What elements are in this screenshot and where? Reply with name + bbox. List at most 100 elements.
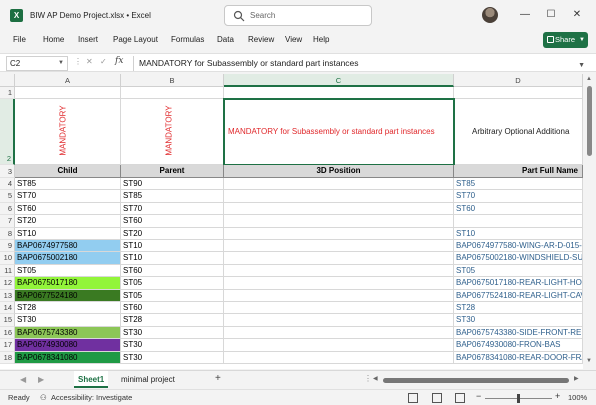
cell-c4[interactable] (224, 178, 454, 191)
zoom-in-button[interactable]: + (555, 391, 560, 401)
h-scroll-thumb[interactable] (383, 378, 569, 383)
page-break-view-icon[interactable] (455, 393, 465, 403)
horizontal-scrollbar[interactable]: ◀ ▶ (371, 375, 583, 385)
cell-d18[interactable]: BAP0678341080-REAR-DOOR-FRAM (454, 351, 583, 364)
cell-c5[interactable] (224, 190, 454, 203)
cell-d11[interactable]: ST05 (454, 264, 583, 278)
cell-c11[interactable] (224, 264, 454, 278)
cell-d12[interactable]: BAP0675017180-REAR-LIGHT-HOU (454, 277, 583, 290)
scroll-down-icon[interactable]: ▼ (586, 358, 592, 364)
more-options-icon[interactable]: ⋮ (74, 57, 82, 66)
row-header[interactable]: 2 (0, 99, 15, 165)
header-part-full-name[interactable]: Part Full Name (454, 165, 583, 178)
cell-c13[interactable] (224, 289, 454, 302)
cell-b9[interactable]: ST10 (121, 240, 224, 253)
next-sheet-icon[interactable]: ▶ (38, 375, 44, 384)
scroll-thumb[interactable] (587, 86, 592, 156)
cell-c7[interactable] (224, 215, 454, 228)
cell-c6[interactable] (224, 202, 454, 216)
cell[interactable] (15, 87, 121, 99)
row-header[interactable]: 3 (0, 165, 15, 178)
cell-b11[interactable]: ST60 (121, 264, 224, 278)
cell-d5[interactable]: ST70 (454, 190, 583, 203)
cell-b14[interactable]: ST60 (121, 302, 224, 315)
cell-c17[interactable] (224, 339, 454, 352)
cell-d13[interactable]: BAP0677524180-REAR-LIGHT-CAV (454, 289, 583, 302)
cell-d10[interactable]: BAP0675002180-WINDSHIELD-SUR (454, 252, 583, 265)
menu-review[interactable]: Review (248, 35, 274, 44)
cell-d9[interactable]: BAP0674977580-WING-AR-D-015-L (454, 240, 583, 253)
cell-b12[interactable]: ST05 (121, 277, 224, 290)
row-header[interactable]: 10 (0, 252, 15, 265)
menu-help[interactable]: Help (313, 35, 329, 44)
zoom-level[interactable]: 100% (568, 393, 587, 402)
cell-c2[interactable]: MANDATORY for Subassembly or standard pa… (224, 99, 454, 165)
menu-home[interactable]: Home (43, 35, 64, 44)
row-header[interactable]: 16 (0, 326, 15, 340)
cell-c18[interactable] (224, 351, 454, 364)
row-header[interactable]: 1 (0, 87, 15, 99)
menu-formulas[interactable]: Formulas (171, 35, 204, 44)
cell-b13[interactable]: ST05 (121, 289, 224, 302)
row-header[interactable]: 8 (0, 227, 15, 240)
minimize-button[interactable]: — (518, 8, 532, 22)
select-all-corner[interactable] (0, 74, 15, 87)
cell-a13[interactable]: BAP0677524180 (15, 289, 121, 302)
cell-a12[interactable]: BAP0675017180 (15, 277, 121, 290)
scroll-left-icon[interactable]: ◀ (373, 375, 378, 382)
cell-c16[interactable] (224, 326, 454, 340)
formula-input[interactable]: MANDATORY for Subassembly or standard pa… (133, 56, 593, 71)
menu-file[interactable]: File (13, 35, 26, 44)
cell-b2[interactable]: MANDATORY (121, 99, 224, 165)
cell-d14[interactable]: ST28 (454, 302, 583, 315)
cell[interactable] (121, 87, 224, 99)
maximize-button[interactable]: ☐ (544, 8, 558, 22)
menu-page-layout[interactable]: Page Layout (113, 35, 158, 44)
page-layout-view-icon[interactable] (432, 393, 442, 403)
share-button[interactable]: Share ▼ (543, 32, 588, 48)
cell-d17[interactable]: BAP0674930080-FRON-BAS (454, 339, 583, 352)
header-parent[interactable]: Parent (121, 165, 224, 178)
row-header[interactable]: 6 (0, 202, 15, 216)
cell-b16[interactable]: ST30 (121, 326, 224, 340)
row-header[interactable]: 18 (0, 351, 15, 364)
row-header[interactable]: 4 (0, 178, 15, 191)
cell-a16[interactable]: BAP0675743380 (15, 326, 121, 340)
cell-a5[interactable]: ST70 (15, 190, 121, 203)
menu-view[interactable]: View (285, 35, 302, 44)
cell-c15[interactable] (224, 314, 454, 327)
row-header[interactable]: 9 (0, 240, 15, 253)
cell-b17[interactable]: ST30 (121, 339, 224, 352)
scroll-up-icon[interactable]: ▲ (586, 76, 592, 82)
cell-a4[interactable]: ST85 (15, 178, 121, 191)
row-header[interactable]: 13 (0, 289, 15, 302)
normal-view-icon[interactable] (408, 393, 418, 403)
row-header[interactable]: 7 (0, 215, 15, 228)
cell-d7[interactable] (454, 215, 583, 228)
menu-data[interactable]: Data (217, 35, 234, 44)
cell-a10[interactable]: BAP0675002180 (15, 252, 121, 265)
cell-d4[interactable]: ST85 (454, 178, 583, 191)
row-header[interactable]: 15 (0, 314, 15, 327)
name-box[interactable]: C2 ▼ (6, 56, 68, 71)
prev-sheet-icon[interactable]: ◀ (20, 375, 26, 384)
cell-d6[interactable]: ST60 (454, 202, 583, 216)
column-header-c[interactable]: C (224, 74, 454, 87)
menu-insert[interactable]: Insert (78, 35, 98, 44)
row-header[interactable]: 14 (0, 302, 15, 315)
enter-icon[interactable]: ✓ (100, 57, 107, 66)
cancel-icon[interactable]: ✕ (86, 57, 93, 66)
user-avatar[interactable] (482, 7, 498, 23)
header-3d-position[interactable]: 3D Position (224, 165, 454, 178)
cell-a9[interactable]: BAP0674977580 (15, 240, 121, 253)
cell-a8[interactable]: ST10 (15, 227, 121, 240)
cell-b7[interactable]: ST60 (121, 215, 224, 228)
cell[interactable] (454, 87, 583, 99)
row-header[interactable]: 17 (0, 339, 15, 352)
cell[interactable] (224, 87, 454, 99)
accessibility-icon[interactable]: ⚇ (40, 393, 47, 402)
cell-a18[interactable]: BAP0678341080 (15, 351, 121, 364)
cell-b10[interactable]: ST10 (121, 252, 224, 265)
cell-b18[interactable]: ST30 (121, 351, 224, 364)
cell-b6[interactable]: ST70 (121, 202, 224, 216)
